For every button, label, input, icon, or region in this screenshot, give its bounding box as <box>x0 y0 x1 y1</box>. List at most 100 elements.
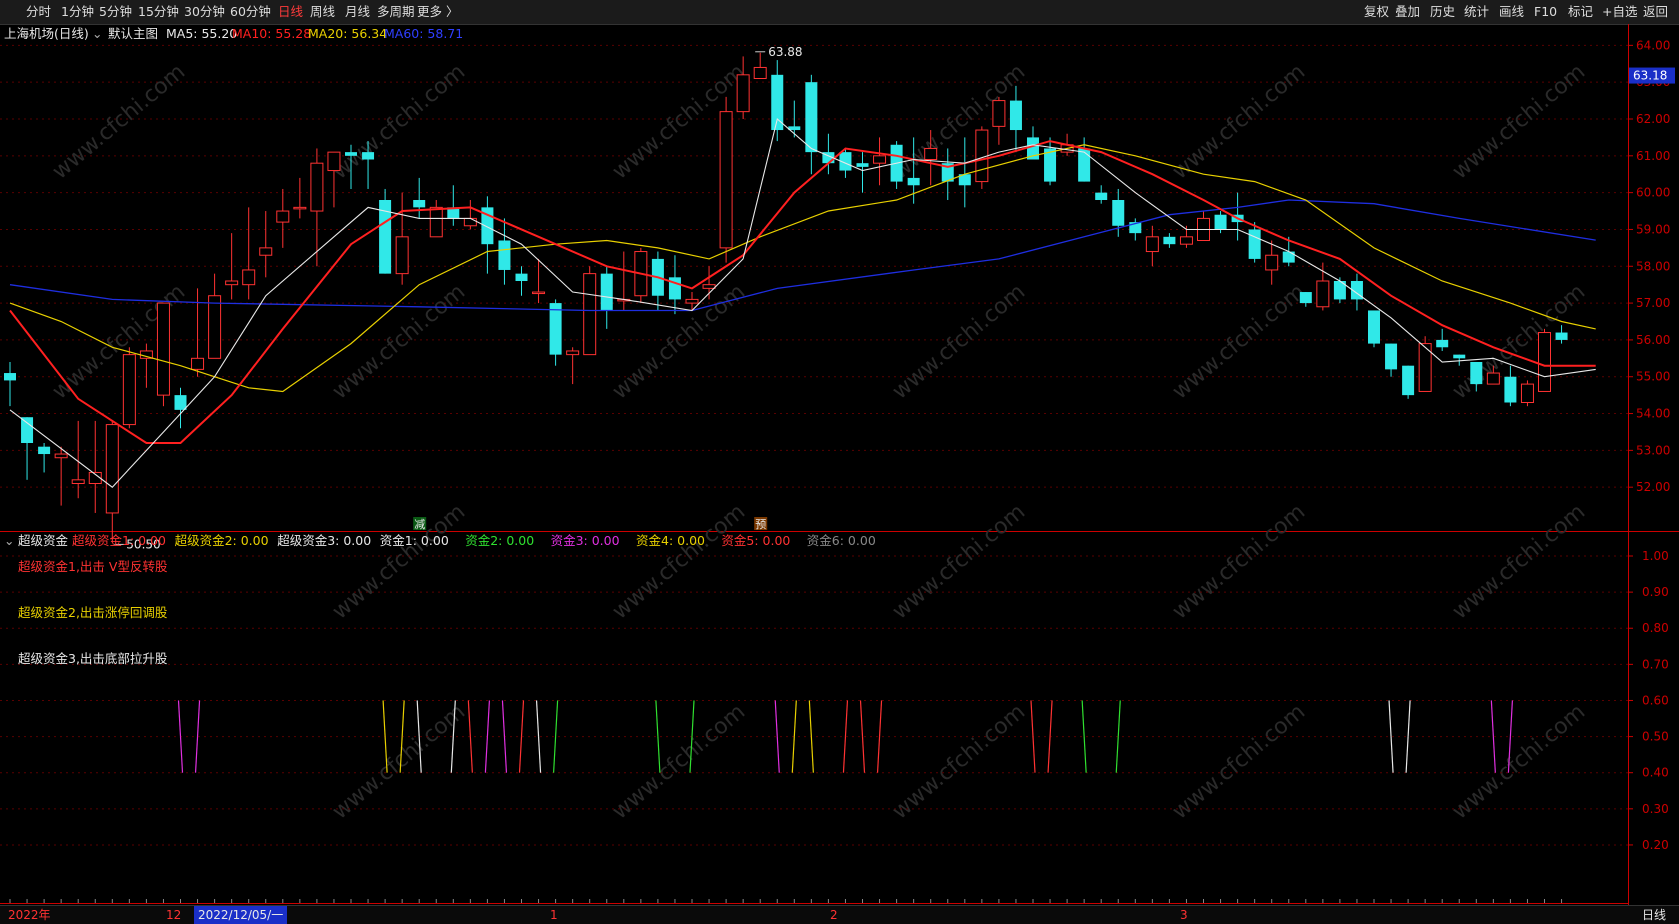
indicator-tick-label: 0.30 <box>1642 802 1669 816</box>
toolbar-button-3[interactable]: 统计 <box>1464 4 1489 20</box>
period-tab-6[interactable]: 日线 <box>278 4 303 20</box>
signal-mark <box>1405 736 1409 773</box>
signal-mark <box>844 700 849 737</box>
candle-body-down <box>958 174 971 186</box>
signal-mark <box>657 736 661 773</box>
watermark-text: www.cfchi.com <box>328 699 470 824</box>
period-tab-1[interactable]: 1分钟 <box>61 4 94 20</box>
candle-body-down <box>1078 148 1091 182</box>
signal-mark <box>793 700 797 737</box>
period-tab-9[interactable]: 多周期 <box>377 4 415 20</box>
signal-mark <box>418 736 422 773</box>
indicator-tick-label: 0.90 <box>1642 585 1669 599</box>
candle-body-down <box>413 200 426 208</box>
candle-body-down <box>788 126 801 131</box>
period-tab-8[interactable]: 月线 <box>345 4 370 20</box>
toolbar-button-5[interactable]: F10 <box>1534 4 1557 20</box>
indicator-tick-label: 0.20 <box>1642 838 1669 852</box>
signal-mark <box>859 700 864 737</box>
signal-mark <box>876 736 881 773</box>
candle-body-up <box>736 74 750 113</box>
candle-body-up <box>583 273 597 356</box>
signal-mark <box>878 700 883 737</box>
price-tick-label: 59.00 <box>1636 222 1670 236</box>
toolbar-button-7[interactable]: +自选 <box>1602 4 1637 20</box>
candle-body-up <box>992 100 1006 127</box>
candle-body-up <box>88 471 102 485</box>
event-marker-1: 减 <box>414 518 425 531</box>
candle-body-up <box>1060 144 1074 153</box>
candle-body-up <box>293 206 307 210</box>
watermark-text: www.cfchi.com <box>328 499 470 624</box>
candle-body-down <box>822 152 835 164</box>
ma5-label: MA5: 55.20 <box>166 26 238 41</box>
candle-body-down <box>1333 281 1346 300</box>
ma20-label: MA20: 56.34 <box>308 26 388 41</box>
candle-body-down <box>1044 148 1057 182</box>
signal-mark <box>484 736 488 773</box>
signal-mark <box>196 700 201 737</box>
toolbar-button-4[interactable]: 画线 <box>1499 4 1524 20</box>
toolbar-button-2[interactable]: 历史 <box>1430 4 1455 20</box>
watermark-text: www.cfchi.com <box>1448 699 1590 824</box>
period-tab-7[interactable]: 周线 <box>310 4 335 20</box>
candle-body-up <box>685 298 699 304</box>
signal-mark <box>1115 736 1119 773</box>
period-tab-3[interactable]: 15分钟 <box>138 4 179 20</box>
period-tab-10[interactable]: 更多 〉 <box>417 4 458 20</box>
candle-body-up <box>1197 217 1210 241</box>
main-chart-legend: 上海机场(日线) ⌄ 默认主图 MA5: 55.20 MA10: 55.28 M… <box>0 24 1620 44</box>
candlestick-chart[interactable]: 64.00 63.00 62.00 61.00 60.00 59.00 58.00 57.00… <box>0 0 1679 923</box>
signal-mark <box>1083 736 1087 773</box>
candle-body-down <box>1402 365 1415 396</box>
signal-mark <box>791 736 795 773</box>
toolbar-button-8[interactable]: 返回 <box>1643 4 1668 20</box>
month-12-label: 12 <box>166 908 182 922</box>
candle-body-down <box>1112 200 1125 226</box>
signal-mark <box>1117 700 1121 737</box>
indicator-field-3: 资金1: 0.00 <box>379 533 449 548</box>
candle-body-down <box>907 177 920 186</box>
price-tick-label: 60.00 <box>1636 186 1670 200</box>
signal-mark <box>399 736 403 773</box>
period-tab-4[interactable]: 30分钟 <box>184 4 225 20</box>
candle-body-up <box>719 111 733 249</box>
signal-mark <box>384 736 388 773</box>
watermark-text: www.cfchi.com <box>48 279 190 404</box>
candle-body-down <box>447 207 460 219</box>
ma10-label: MA10: 55.28 <box>232 26 312 41</box>
signal-mark <box>469 736 473 773</box>
signal-mark <box>535 700 540 737</box>
toolbar-button-6[interactable]: 标记 <box>1568 4 1593 20</box>
indicator-title[interactable]: 超级资金 <box>18 532 68 550</box>
signal-mark <box>416 700 420 737</box>
signal-mark <box>194 736 199 773</box>
cursor-date-label: 2022/12/05/一 <box>194 906 288 924</box>
indicator-toggle-icon[interactable]: ⌄ <box>4 532 14 550</box>
period-tab-2[interactable]: 5分钟 <box>99 4 132 20</box>
watermark-text: www.cfchi.com <box>608 699 750 824</box>
month-3-label: 3 <box>1180 908 1188 922</box>
toolbar-button-1[interactable]: 叠加 <box>1395 4 1420 20</box>
stock-name-label[interactable]: 上海机场(日线) <box>4 24 89 44</box>
period-tab-5[interactable]: 60分钟 <box>230 4 271 20</box>
candle-body-down <box>890 144 903 182</box>
candle-body-up <box>1486 372 1500 385</box>
event-marker-2: 预 <box>755 518 766 531</box>
period-tab-0[interactable]: 分时 <box>26 4 51 20</box>
candle-body-down <box>1282 251 1295 263</box>
watermark-text: www.cfchi.com <box>1448 59 1590 184</box>
indicator-field-8: 资金6: 0.00 <box>806 533 876 548</box>
candle-body-down <box>1248 229 1261 259</box>
candle-body-down <box>38 446 51 455</box>
candle-body-up <box>156 302 170 396</box>
dropdown-circle-icon[interactable]: ⌄ <box>92 24 102 44</box>
indicator-field-7: 资金5: 0.00 <box>721 533 791 548</box>
template-label[interactable]: 默认主图 <box>108 24 158 44</box>
candle-body-down <box>1129 222 1142 234</box>
candle-body-down <box>21 417 34 443</box>
period-mode-label[interactable]: 日线 <box>1642 906 1666 924</box>
toolbar-button-0[interactable]: 复权 <box>1364 4 1389 20</box>
month-2-label: 2 <box>830 908 838 922</box>
indicator-tick-label: 0.40 <box>1642 766 1669 780</box>
